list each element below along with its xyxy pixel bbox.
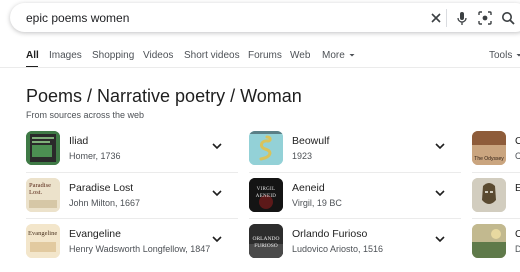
tab-web[interactable]: Web bbox=[290, 50, 310, 61]
row-divider bbox=[249, 172, 461, 173]
item-meta: John Milton, 1667 bbox=[69, 198, 141, 208]
list-item-evangeline[interactable]: Evangeline Evangeline Henry Wadsworth Lo… bbox=[26, 222, 238, 262]
tab-shopping[interactable]: Shopping bbox=[92, 50, 134, 61]
list-item-aeneid[interactable]: VIRGIL AENEID Aeneid Virgil, 19 BC bbox=[249, 176, 461, 216]
tab-forums[interactable]: Forums bbox=[248, 50, 282, 61]
item-meta: D bbox=[515, 244, 520, 254]
list-item-iliad[interactable]: Iliad Homer, 1736 bbox=[26, 129, 238, 169]
row-divider bbox=[249, 218, 461, 219]
tab-short-videos[interactable]: Short videos bbox=[184, 50, 240, 61]
list-item-clipped-e[interactable]: E bbox=[472, 176, 520, 216]
tab-more[interactable]: More bbox=[322, 50, 356, 61]
search-divider bbox=[446, 9, 447, 27]
odyssey-cover: The Odyssey bbox=[472, 131, 506, 165]
tools-button[interactable]: Tools bbox=[489, 50, 520, 61]
row-divider bbox=[472, 172, 520, 173]
row-divider bbox=[26, 172, 238, 173]
painting-cover bbox=[472, 224, 506, 258]
item-meta: Homer, 1736 bbox=[69, 151, 121, 161]
item-title: Paradise Lost bbox=[69, 182, 134, 194]
chevron-down-icon[interactable] bbox=[433, 186, 447, 200]
close-icon[interactable] bbox=[428, 10, 444, 26]
paradise-lost-cover-text: Paradise Lost. bbox=[29, 182, 52, 196]
item-meta: C bbox=[515, 151, 520, 161]
item-title: O bbox=[515, 228, 520, 240]
item-title: Beowulf bbox=[292, 135, 330, 147]
iliad-cover bbox=[26, 131, 60, 165]
item-title: Aeneid bbox=[292, 182, 325, 194]
odyssey-cover-text: The Odyssey bbox=[474, 156, 504, 162]
aeneid-cover-text: VIRGIL AENEID bbox=[255, 187, 277, 199]
chevron-down-icon[interactable] bbox=[433, 139, 447, 153]
list-item-clipped-o[interactable]: O D bbox=[472, 222, 520, 262]
evangeline-cover: Evangeline bbox=[26, 224, 60, 258]
tab-images[interactable]: Images bbox=[49, 50, 82, 61]
list-item-orlando-furioso[interactable]: ORLANDO FURIOSO Orlando Furioso Ludovico… bbox=[249, 222, 461, 262]
orlando-furioso-cover: ORLANDO FURIOSO bbox=[249, 224, 283, 258]
item-title: O bbox=[515, 135, 520, 147]
chevron-down-icon[interactable] bbox=[210, 232, 224, 246]
search-bar[interactable]: epic poems women bbox=[10, 3, 520, 32]
list-item-odyssey[interactable]: The Odyssey O C bbox=[472, 129, 520, 169]
beowulf-cover bbox=[249, 131, 283, 165]
chevron-down-icon[interactable] bbox=[433, 232, 447, 246]
item-title: E bbox=[515, 182, 520, 194]
chevron-down-icon[interactable] bbox=[210, 186, 224, 200]
chevron-down-icon bbox=[516, 54, 520, 57]
tab-videos[interactable]: Videos bbox=[143, 50, 173, 61]
item-meta: Ludovico Ariosto, 1516 bbox=[292, 244, 384, 254]
item-title: Evangeline bbox=[69, 228, 121, 240]
item-meta: Virgil, 19 BC bbox=[292, 198, 342, 208]
paradise-lost-cover: Paradise Lost. bbox=[26, 178, 60, 212]
lens-icon[interactable] bbox=[477, 10, 493, 26]
mask-cover bbox=[472, 178, 506, 212]
row-divider bbox=[26, 218, 238, 219]
search-input[interactable]: epic poems women bbox=[26, 11, 129, 25]
list-item-paradise-lost[interactable]: Paradise Lost. Paradise Lost John Milton… bbox=[26, 176, 238, 216]
aeneid-cover: VIRGIL AENEID bbox=[249, 178, 283, 212]
chevron-down-icon[interactable] bbox=[210, 139, 224, 153]
mic-icon[interactable] bbox=[454, 10, 470, 26]
orlando-furioso-cover-text: ORLANDO FURIOSO bbox=[252, 236, 280, 249]
search-icon[interactable] bbox=[500, 10, 516, 26]
tools-label: Tools bbox=[489, 50, 513, 61]
tabs-divider bbox=[0, 67, 520, 68]
item-title: Iliad bbox=[69, 135, 89, 147]
chevron-down-icon bbox=[349, 54, 355, 57]
section-title: Poems / Narrative poetry / Woman bbox=[26, 86, 302, 106]
item-title: Orlando Furioso bbox=[292, 228, 368, 240]
section-subtitle: From sources across the web bbox=[26, 110, 145, 120]
evangeline-cover-text: Evangeline bbox=[28, 230, 58, 237]
item-meta: 1923 bbox=[292, 151, 313, 161]
item-meta: Henry Wadsworth Longfellow, 1847 bbox=[69, 244, 211, 254]
row-divider bbox=[472, 218, 520, 219]
tab-more-label: More bbox=[322, 50, 345, 61]
list-item-beowulf[interactable]: Beowulf 1923 bbox=[249, 129, 461, 169]
search-tabs: All Images Shopping Videos Short videos … bbox=[0, 44, 520, 68]
tab-all[interactable]: All bbox=[26, 50, 39, 61]
